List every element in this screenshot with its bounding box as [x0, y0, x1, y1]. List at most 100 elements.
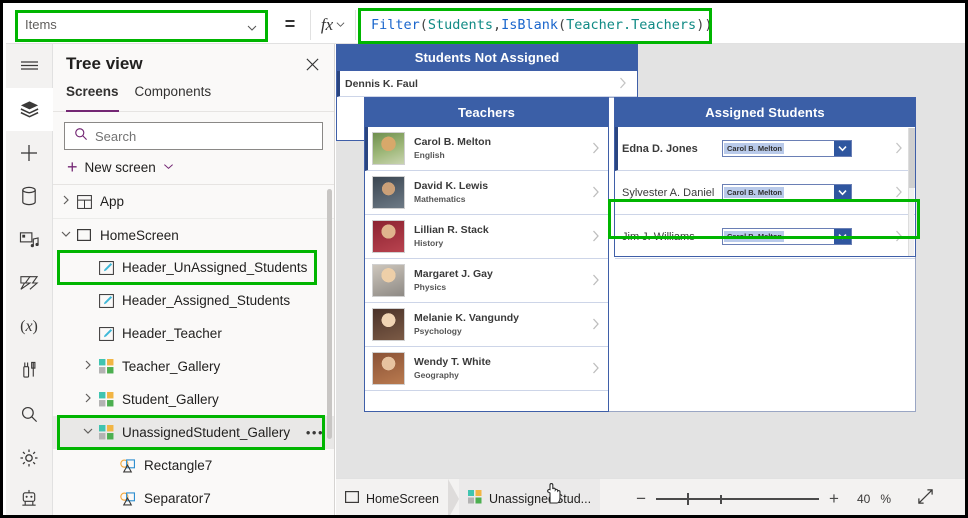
formula-token: ( [419, 16, 428, 33]
formula-input[interactable]: Filter(Students,IsBlank(Teacher.Teachers… [364, 9, 716, 40]
chevron-right-icon[interactable] [81, 393, 95, 406]
tab-components[interactable]: Components [135, 84, 212, 111]
zoom-out-button[interactable]: − [636, 489, 646, 509]
chevron-right-icon[interactable] [592, 141, 608, 157]
unassigned-student-row[interactable]: Dennis K. Faul [337, 71, 637, 97]
chevron-right-icon[interactable] [592, 185, 608, 201]
property-selector-value: Items [25, 17, 57, 32]
assigned-student-name: Sylvester A. Daniel [622, 186, 715, 199]
tree-item-label: App [100, 194, 125, 209]
chevron-right-icon[interactable] [81, 360, 95, 373]
power-automate-icon[interactable] [6, 262, 53, 306]
formula-token: ( [558, 16, 567, 33]
shape-icon [117, 458, 139, 473]
tree-item-unassignedstudent-gallery[interactable]: UnassignedStudent_Gallery ••• [53, 416, 334, 449]
teacher-gallery-row[interactable]: Lillian R. Stack History [365, 215, 608, 259]
breadcrumb-item-homescreen[interactable]: HomeScreen [336, 479, 448, 515]
media-icon[interactable] [6, 218, 53, 262]
assigned-student-row[interactable]: Jim J. Williams Carol B. Melton [615, 215, 915, 259]
tree-item-rectangle7[interactable]: Rectangle7 [53, 449, 334, 482]
chevron-down-icon[interactable] [834, 185, 851, 200]
chevron-down-icon[interactable] [834, 229, 851, 244]
fx-button[interactable]: fx [310, 9, 356, 40]
assigned-student-name: Edna D. Jones [622, 142, 698, 155]
tools-icon[interactable] [6, 349, 53, 393]
zoom-percentage-unit: % [880, 491, 892, 506]
hamburger-menu-icon[interactable] [6, 44, 53, 88]
chevron-right-icon[interactable] [592, 229, 608, 245]
chevron-down-icon[interactable] [59, 230, 73, 241]
fit-to-screen-icon[interactable] [917, 488, 934, 510]
teacher-gallery-row[interactable]: Carol B. Melton English [365, 127, 608, 171]
zoom-in-button[interactable]: + [829, 489, 839, 509]
teacher-gallery-row[interactable]: Margaret J. Gay Physics [365, 259, 608, 303]
teacher-text-block: David K. Lewis Mathematics [405, 180, 488, 204]
teacher-text-block: Melanie K. Vangundy Psychology [405, 312, 519, 336]
zoom-slider[interactable] [656, 492, 820, 506]
app-canvas: Teachers Carol B. Melton English David K. … [336, 44, 965, 478]
tree-view-title: Tree view [66, 54, 143, 73]
data-cylinder-icon[interactable] [6, 175, 53, 219]
label-icon [95, 326, 117, 341]
tree-item-separator7[interactable]: Separator7 [53, 482, 334, 515]
property-selector-dropdown[interactable]: Items [15, 9, 268, 40]
tree-view-layers-icon[interactable] [5, 87, 53, 132]
teacher-gallery[interactable]: Teachers Carol B. Melton English David K. … [364, 97, 609, 412]
screen-icon [345, 491, 360, 506]
teacher-dropdown[interactable]: Carol B. Melton [722, 140, 852, 157]
teacher-name: Melanie K. Vangundy [414, 312, 520, 325]
teacher-gallery-row[interactable]: David K. Lewis Mathematics [365, 171, 608, 215]
search-input[interactable]: Search [64, 122, 323, 150]
tree-vertical-scrollbar[interactable] [327, 189, 332, 439]
tree-item-header-unassigned-students[interactable]: Header_UnAssigned_Students [53, 251, 334, 284]
chevron-down-icon[interactable] [834, 141, 851, 156]
teacher-dropdown[interactable]: Carol B. Melton [722, 228, 852, 245]
teacher-text-block: Carol B. Melton English [405, 136, 491, 160]
teacher-subject: Geography [414, 369, 459, 380]
assigned-student-row[interactable]: Edna D. Jones Carol B. Melton [615, 127, 915, 171]
teacher-name: Wendy T. White [414, 356, 491, 369]
chevron-right-icon[interactable] [592, 361, 608, 377]
tab-screens[interactable]: Screens [66, 84, 119, 112]
search-magnifier-icon[interactable] [6, 392, 53, 436]
assigned-gallery-scrollbar[interactable] [908, 128, 915, 256]
tree-item-header-teacher[interactable]: Header_Teacher [53, 317, 334, 350]
teacher-gallery-row[interactable]: Wendy T. White Geography [365, 347, 608, 391]
zoom-slider-thumb[interactable] [687, 492, 690, 505]
chevron-right-icon[interactable] [592, 317, 608, 333]
student-gallery[interactable]: Assigned Students Edna D. Jones Carol B. … [614, 97, 916, 259]
tree-item-header-assigned-students[interactable]: Header_Assigned_Students [53, 284, 334, 317]
header-assigned-students-label: Assigned Students [615, 98, 915, 127]
variables-x-icon[interactable]: (x) [6, 305, 53, 349]
assigned-student-row[interactable]: Sylvester A. Daniel Carol B. Melton [615, 171, 915, 215]
copilot-robot-icon[interactable] [6, 479, 53, 515]
tree-item-homescreen[interactable]: HomeScreen [53, 218, 334, 251]
tree-item-student-gallery[interactable]: Student_Gallery [53, 383, 334, 416]
tree-item-label: Header_UnAssigned_Students [122, 260, 308, 275]
teacher-subject: Physics [414, 281, 447, 292]
close-icon[interactable] [305, 57, 320, 72]
teacher-photo [372, 176, 405, 209]
gallery-icon [95, 425, 117, 440]
tree-item-app[interactable]: App [53, 185, 334, 218]
tree-item-label: Header_Teacher [122, 326, 222, 341]
new-screen-button[interactable]: + New screen [53, 154, 334, 184]
powerapps-studio-window: Items = fx Filter(Students,IsBlank(Teach… [0, 0, 968, 518]
chevron-right-icon[interactable] [59, 195, 73, 208]
teacher-dropdown[interactable]: Carol B. Melton [722, 184, 852, 201]
teacher-subject: Mathematics [414, 193, 466, 204]
tree-item-teacher-gallery[interactable]: Teacher_Gallery [53, 350, 334, 383]
breadcrumb-separator [447, 478, 459, 515]
chevron-down-icon [163, 160, 174, 175]
breadcrumb-label: UnassignedStud... [488, 491, 592, 506]
breadcrumb-item-unassigned-gallery[interactable]: UnassignedStud... [458, 479, 601, 515]
app-icon [73, 194, 95, 209]
header-unassigned-students-label: Students Not Assigned [336, 44, 638, 71]
chevron-right-icon[interactable] [592, 273, 608, 289]
teacher-gallery-row[interactable]: Melanie K. Vangundy Psychology [365, 303, 608, 347]
insert-plus-icon[interactable] [6, 131, 53, 175]
settings-gear-icon[interactable] [6, 436, 53, 480]
chevron-down-icon[interactable] [81, 427, 95, 438]
chevron-right-icon[interactable] [619, 76, 637, 92]
status-bar: HomeScreen UnassignedStud... − + 40 % [336, 478, 965, 515]
